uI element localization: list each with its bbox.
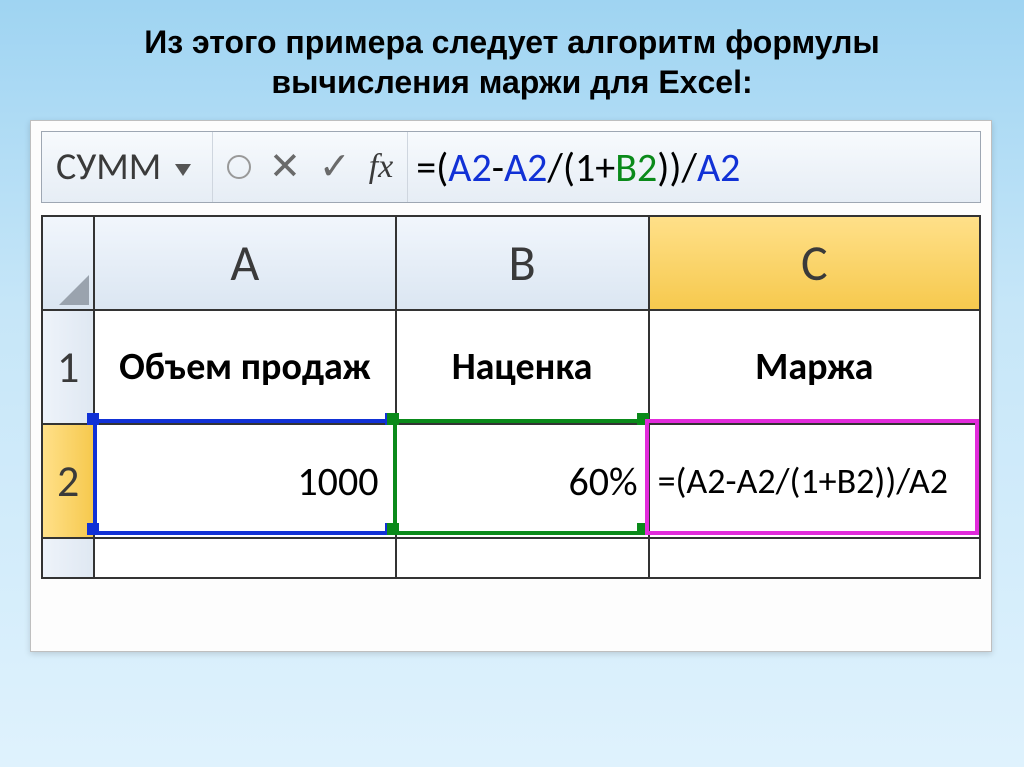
record-icon: [227, 155, 251, 179]
row-header-3[interactable]: [42, 538, 94, 578]
select-all-corner[interactable]: [42, 216, 94, 310]
cell-b3[interactable]: [396, 538, 649, 578]
row-header-2[interactable]: 2: [42, 424, 94, 538]
formula-ref-b2: B2: [615, 143, 657, 192]
col-header-c[interactable]: C: [649, 216, 980, 310]
formula-lpar: (: [436, 143, 448, 192]
cell-c3[interactable]: [649, 538, 980, 578]
formula-minus: -: [492, 143, 504, 192]
grid-table: A B C 1 Объем продаж Наценка Маржа 2 100…: [41, 215, 981, 579]
fx-icon[interactable]: fx: [369, 148, 394, 186]
cell-c1[interactable]: Маржа: [649, 310, 980, 424]
formula-ref-a2-2: A2: [504, 143, 547, 192]
formula-slash1: /: [547, 143, 562, 192]
col-header-a[interactable]: A: [94, 216, 395, 310]
formula-lpar2: (: [563, 143, 575, 192]
cell-a1[interactable]: Объем продаж: [94, 310, 395, 424]
slide-title: Из этого примера следует алгоритм формул…: [62, 22, 962, 102]
formula-bar-buttons: ✕ ✓ fx: [213, 132, 408, 202]
col-header-b[interactable]: B: [396, 216, 649, 310]
excel-screenshot: СУММ ✕ ✓ fx =(A2-A2/(1+B2))/A2 A: [30, 120, 992, 652]
formula-one: 1: [575, 143, 595, 192]
formula-rpar: ): [669, 143, 681, 192]
cell-a3[interactable]: [94, 538, 395, 578]
name-box[interactable]: СУММ: [42, 132, 213, 202]
cancel-icon[interactable]: ✕: [269, 144, 301, 190]
cell-b1[interactable]: Наценка: [396, 310, 649, 424]
formula-input[interactable]: =(A2-A2/(1+B2))/A2: [408, 132, 980, 202]
formula-slash2: /: [682, 143, 697, 192]
formula-ref-a2-1: A2: [448, 143, 491, 192]
cell-c2[interactable]: =(A2-A2/(1+B2))/A2: [649, 424, 980, 538]
formula-plus: +: [595, 143, 615, 192]
formula-ref-a2-3: A2: [697, 143, 740, 192]
formula-rpar2: ): [657, 143, 669, 192]
formula-bar: СУММ ✕ ✓ fx =(A2-A2/(1+B2))/A2: [41, 131, 981, 203]
row-header-1[interactable]: 1: [42, 310, 94, 424]
enter-icon[interactable]: ✓: [319, 144, 351, 190]
cell-a2[interactable]: 1000: [94, 424, 395, 538]
formula-eq: =: [416, 143, 436, 192]
dropdown-icon[interactable]: [175, 164, 191, 176]
spreadsheet-grid: A B C 1 Объем продаж Наценка Маржа 2 100…: [41, 215, 981, 579]
name-box-value: СУММ: [56, 144, 161, 190]
cell-b2[interactable]: 60%: [396, 424, 649, 538]
